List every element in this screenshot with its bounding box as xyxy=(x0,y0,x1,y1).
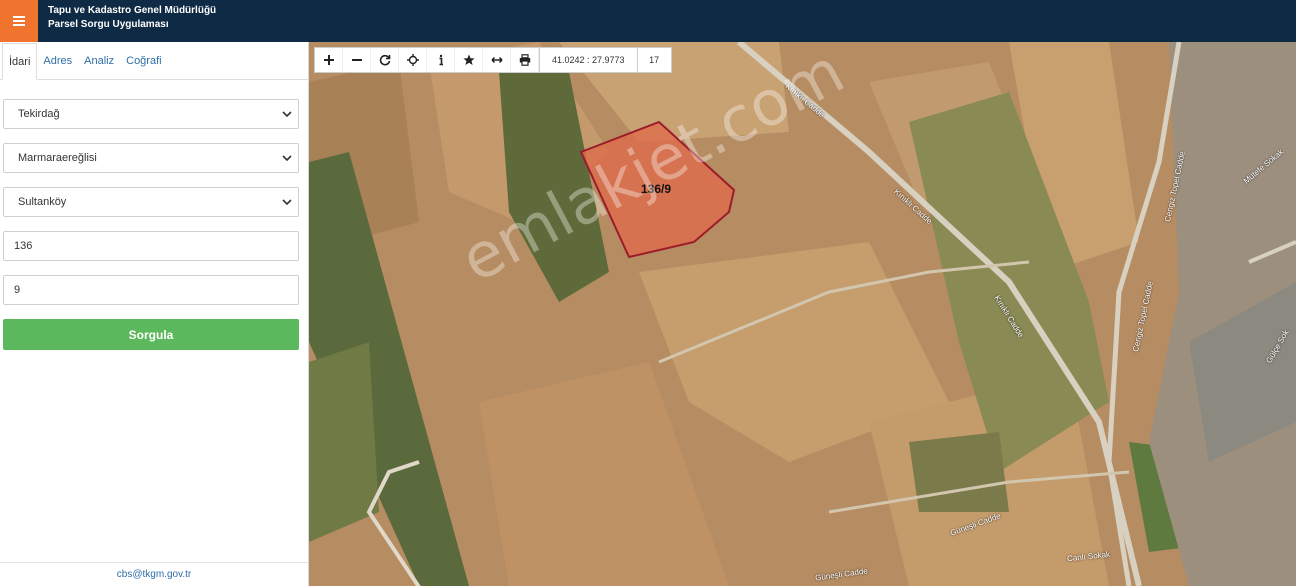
print-button[interactable] xyxy=(511,48,539,72)
tab-cografi[interactable]: Coğrafi xyxy=(120,43,167,79)
query-panel: İdari Adres Analiz Coğrafi Tekirdağ Marm… xyxy=(0,42,309,586)
tab-idari[interactable]: İdari xyxy=(2,43,38,80)
locate-button[interactable] xyxy=(399,48,427,72)
zoom-level-readout: 17 xyxy=(636,48,671,72)
measure-button[interactable] xyxy=(483,48,511,72)
zoom-in-button[interactable] xyxy=(315,48,343,72)
tab-analiz[interactable]: Analiz xyxy=(78,43,120,79)
map-toolbar: 41.0242 : 27.9773 17 xyxy=(314,47,672,73)
hamburger-icon xyxy=(13,16,25,26)
mahalle-select[interactable]: Sultanköy xyxy=(3,187,299,217)
star-icon xyxy=(462,54,475,65)
measure-icon xyxy=(490,56,503,64)
map-view[interactable]: 136/9 Kınıklı Cadde Kınıklı Cadde Kınıkl… xyxy=(309,42,1296,586)
refresh-icon xyxy=(379,54,390,66)
ilce-select[interactable]: Marmaraereğlisi xyxy=(3,143,299,173)
sorgula-button[interactable]: Sorgula xyxy=(3,319,299,350)
print-icon xyxy=(519,54,530,66)
hamburger-menu-button[interactable] xyxy=(0,0,38,42)
mahalle-select-value: Sultanköy xyxy=(18,196,67,208)
il-select[interactable]: Tekirdağ xyxy=(3,99,299,129)
app-title-line2: Parsel Sorgu Uygulaması xyxy=(48,19,169,30)
info-button[interactable] xyxy=(427,48,455,72)
chevron-down-icon xyxy=(282,155,292,162)
ilce-select-value: Marmaraereğlisi xyxy=(18,152,97,164)
app-title-line1: Tapu ve Kadastro Genel Müdürlüğü xyxy=(48,5,217,16)
zoom-in-icon xyxy=(323,55,334,65)
zoom-out-icon xyxy=(351,59,362,61)
tab-adres[interactable]: Adres xyxy=(37,43,78,79)
zoom-out-button[interactable] xyxy=(343,48,371,72)
refresh-button[interactable] xyxy=(371,48,399,72)
chevron-down-icon xyxy=(282,199,292,206)
chevron-down-icon xyxy=(282,111,292,118)
ada-input[interactable]: 136 xyxy=(3,231,299,261)
app-title: Tapu ve Kadastro Genel Müdürlüğü Parsel … xyxy=(48,4,216,32)
il-select-value: Tekirdağ xyxy=(18,108,60,120)
tab-bar: İdari Adres Analiz Coğrafi xyxy=(0,42,308,80)
favorite-button[interactable] xyxy=(455,48,483,72)
coordinate-readout: 41.0242 : 27.9773 xyxy=(539,48,637,72)
parsel-input[interactable]: 9 xyxy=(3,275,299,305)
info-icon xyxy=(439,54,443,66)
top-bar: Tapu ve Kadastro Genel Müdürlüğü Parsel … xyxy=(0,0,1296,42)
contact-email-link[interactable]: cbs@tkgm.gov.tr xyxy=(0,562,308,586)
locate-icon xyxy=(406,54,419,66)
